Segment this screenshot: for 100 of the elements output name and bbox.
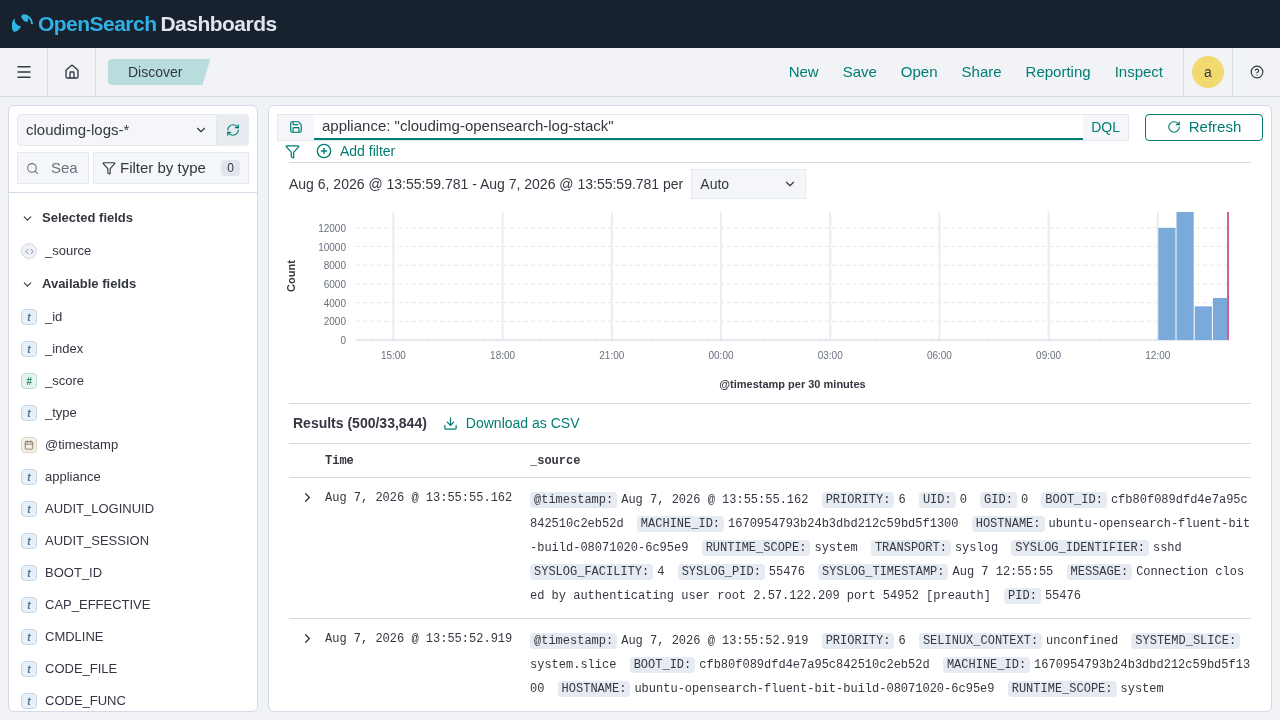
- x-tick-label: 12:00: [1145, 350, 1171, 361]
- top-nav-link[interactable]: Share: [949, 60, 1014, 84]
- x-tick-label: 00:00: [708, 350, 734, 361]
- search-field[interactable]: Sea: [17, 152, 89, 184]
- field-key-badge: TRANSPORT:: [870, 540, 951, 556]
- field-key-badge: PRIORITY:: [821, 492, 895, 508]
- histogram-bar[interactable]: [1194, 306, 1212, 340]
- string-type-icon: t: [21, 565, 37, 581]
- x-tick-label: 21:00: [599, 350, 625, 361]
- search-icon: [26, 161, 39, 175]
- field-name[interactable]: CODE_FILE: [45, 659, 118, 679]
- field-name[interactable]: _type: [45, 403, 77, 423]
- breadcrumb[interactable]: Discover: [108, 59, 211, 85]
- refresh-button[interactable]: Refresh: [1145, 114, 1263, 141]
- y-tick-label: 10000: [318, 241, 346, 253]
- refresh-icon[interactable]: [217, 114, 249, 146]
- query-language-button[interactable]: DQL: [1083, 115, 1128, 140]
- column-header: Time: [325, 452, 355, 470]
- field-key-badge: MACHINE_ID:: [636, 516, 725, 532]
- field-name[interactable]: @timestamp: [45, 435, 119, 455]
- y-tick-label: 6000: [323, 278, 346, 290]
- time-cell-text: Aug 7, 2026 @ 13:55:52.919: [325, 631, 514, 648]
- time-range-text: Aug 6, 2026 @ 13:55:59.781 - Aug 7, 2026 @ 13:55:59.781 per: [289, 174, 684, 194]
- refresh-icon: [1166, 120, 1181, 135]
- top-nav-link[interactable]: Inspect: [1102, 60, 1175, 84]
- y-tick-label: 2000: [323, 316, 346, 328]
- source-cell-text: @timestamp: Aug 7, 2026 @ 13:55:52.919 PRIORITY: 6 SELINUX_CONTEXT: unconfined SYSTEMD_SLICE: system.slice BOOT_ID: cfb80f089dfd4e7a95c842510c2eb52d MACHINE_ID: 1670954793b24b3dbd212c59bd5f1300 HOSTNAME: ubuntu-opensearch-fluent-bit-build-08071020-6c95e9 RUNTIME_SCOPE: system: [530, 632, 1251, 699]
- string-type-icon: t: [21, 405, 37, 421]
- x-tick-label: 18:00: [490, 350, 516, 361]
- y-tick-label: 8000: [323, 260, 346, 272]
- y-tick-label: 0: [340, 335, 346, 346]
- field-name[interactable]: BOOT_ID: [45, 563, 103, 583]
- field-key-badge: MACHINE_ID:: [942, 657, 1031, 673]
- brand-name[interactable]: OpenSearch: [38, 8, 157, 40]
- field-key-badge: @timestamp:: [530, 633, 618, 649]
- x-tick-label: 06:00: [926, 350, 952, 361]
- field-name[interactable]: _id: [45, 307, 63, 327]
- x-axis-title: @timestamp per 30 minutes: [719, 378, 866, 390]
- y-tick-label: 4000: [323, 297, 346, 309]
- x-tick-label: 15:00: [380, 350, 406, 361]
- column-header: _source: [530, 452, 581, 470]
- field-key-badge: SYSLOG_TIMESTAMP:: [818, 564, 949, 580]
- source-cell-text: @timestamp: Aug 7, 2026 @ 13:55:55.162 PRIORITY: 6 UID: 0 GID: 0 BOOT_ID: cfb80f089dfd4e7a95c842510c2eb52d MACHINE_ID: 1670954793b24b3dbd212c59bd5f1300 HOSTNAME: ubuntu-opensearch-fluent-bit-build-08071020-6c95e9 RUNTIME_SCOPE: system TRANSPORT: syslog SYSLOG_IDENTIFIER: sshd SYSLOG_FACILITY: 4 SYSLOG_PID: 55476 SYSLOG_TIMESTAMP: Aug 7 12:55:55 MESSAGE: Connection closed by authenticating user root 2.57.122.209 port 54952 [preauth] PID: 55476: [530, 491, 1251, 606]
- field-key-badge: HOSTNAME:: [557, 681, 631, 697]
- field-name[interactable]: CODE_FUNC: [45, 691, 126, 711]
- download-icon: [442, 416, 458, 431]
- string-type-icon: t: [21, 629, 37, 645]
- field-key-badge: SYSLOG_FACILITY:: [530, 564, 654, 580]
- y-axis-title: Count: [285, 260, 297, 292]
- product-name: Dashboards: [160, 11, 277, 38]
- field-name[interactable]: _index: [45, 339, 84, 359]
- string-type-icon: t: [21, 661, 37, 677]
- string-type-icon: t: [21, 341, 37, 357]
- top-nav-link[interactable]: New: [776, 60, 831, 84]
- plus-circle-icon: [316, 143, 332, 160]
- field-name[interactable]: _score: [45, 371, 85, 391]
- field-name[interactable]: CAP_EFFECTIVE: [45, 595, 151, 615]
- user-avatar[interactable]: a: [1192, 56, 1224, 88]
- section-toggle[interactable]: Selected fields: [21, 201, 245, 235]
- field-key-badge: @timestamp:: [530, 492, 618, 508]
- field-key-badge: PRIORITY:: [821, 633, 895, 649]
- field-key-badge: BOOT_ID:: [1041, 492, 1107, 508]
- index-pattern-select[interactable]: cloudimg-logs-*: [17, 114, 217, 146]
- histogram-bar[interactable]: [1212, 297, 1229, 340]
- home-icon: [63, 64, 80, 80]
- field-key-badge: RUNTIME_SCOPE:: [1007, 681, 1117, 697]
- field-key-badge: HOSTNAME:: [971, 516, 1045, 532]
- add-filter-button[interactable]: Add filter: [316, 140, 396, 162]
- menu-icon: [14, 63, 33, 81]
- results-title: Results (500/33,844): [293, 414, 427, 433]
- field-key-badge: SELINUX_CONTEXT:: [918, 633, 1043, 649]
- download-csv-link[interactable]: Download as CSV: [442, 413, 580, 434]
- field-name[interactable]: AUDIT_SESSION: [45, 531, 150, 551]
- field-key-badge: RUNTIME_SCOPE:: [701, 540, 811, 556]
- calendar-icon: [21, 437, 37, 453]
- logo-icon: [12, 13, 34, 35]
- top-nav-link[interactable]: Save: [830, 60, 889, 84]
- string-type-icon: t: [21, 693, 37, 709]
- string-type-icon: t: [21, 533, 37, 549]
- field-key-badge: UID:: [918, 492, 956, 508]
- query-input[interactable]: appliance: "cloudimg-opensearch-log-stack": [314, 115, 1084, 140]
- field-name[interactable]: _source: [45, 241, 92, 261]
- field-name[interactable]: CMDLINE: [45, 627, 104, 647]
- string-type-icon: t: [21, 469, 37, 485]
- top-nav-link[interactable]: Reporting: [1013, 60, 1103, 84]
- interval-select[interactable]: Auto: [691, 169, 807, 199]
- help-icon[interactable]: [1249, 65, 1264, 79]
- filter-by-type-button[interactable]: Filter by type 0: [93, 152, 249, 184]
- filter-icon[interactable]: [285, 143, 300, 159]
- field-key-badge: SYSLOG_IDENTIFIER:: [1011, 540, 1149, 556]
- field-key-badge: BOOT_ID:: [629, 657, 696, 673]
- top-nav-link[interactable]: Open: [888, 60, 950, 84]
- field-name[interactable]: AUDIT_LOGINUID: [45, 499, 155, 519]
- field-name[interactable]: appliance: [45, 467, 101, 487]
- field-key-badge: SYSLOG_PID:: [677, 564, 765, 580]
- filter-icon: [102, 161, 116, 175]
- section-toggle[interactable]: Available fields: [21, 267, 245, 301]
- number-type-icon: #: [21, 373, 37, 389]
- field-key-badge: SYSTEMD_SLICE:: [1131, 633, 1241, 649]
- field-search-input[interactable]: Sea: [43, 156, 80, 180]
